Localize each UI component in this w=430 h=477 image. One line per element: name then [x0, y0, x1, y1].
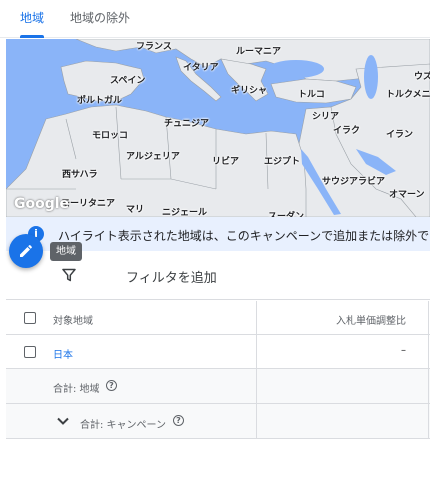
- total-location-label: 合計: 地域: [53, 384, 100, 395]
- table-header-row: 対象地域 入札単価調整比: [6, 301, 430, 335]
- filter-icon[interactable]: [62, 268, 76, 282]
- filter-bar: フィルタを追加: [6, 252, 430, 300]
- column-header-target-location[interactable]: 対象地域: [53, 312, 93, 327]
- map-label: トルクメニ: [386, 90, 430, 100]
- map-label: 西サハラ: [62, 170, 98, 180]
- tab-bar: 地域 地域の除外: [0, 0, 430, 38]
- map-label: イラク: [333, 126, 361, 136]
- map-label: シリア: [312, 112, 340, 122]
- map-label: ニジェール: [162, 208, 208, 217]
- map-label: ルーマニア: [236, 47, 282, 57]
- tab-excluded-locations[interactable]: 地域の除外: [70, 0, 130, 38]
- row-checkbox[interactable]: [24, 346, 36, 358]
- banner-text: ハイライト表示された地域は、このキャンペーンで追加または除外で: [58, 229, 430, 243]
- bid-adjustment-value[interactable]: –: [401, 345, 406, 356]
- map-label: フランス: [136, 42, 172, 52]
- map-label: リビア: [212, 157, 240, 167]
- map[interactable]: フランス ルーマニア ウズ イタリア スペイン ポルトガル ギリシャ トルコ ト…: [6, 39, 430, 217]
- select-all-checkbox[interactable]: [24, 312, 36, 324]
- map-label: スペイン: [110, 76, 146, 86]
- map-label: ウズ: [414, 72, 430, 82]
- help-icon[interactable]: ?: [173, 415, 184, 426]
- help-icon[interactable]: ?: [106, 380, 117, 391]
- map-label: イタリア: [183, 63, 219, 73]
- column-header-bid-adjustment[interactable]: 入札単価調整比: [336, 312, 406, 327]
- map-label: サウジアラビア: [322, 177, 386, 187]
- map-label: ポルトガル: [77, 96, 123, 106]
- location-link-japan[interactable]: 日本: [53, 346, 73, 361]
- tab-locations[interactable]: 地域: [20, 0, 45, 38]
- total-location-row: 合計: 地域 ?: [6, 369, 430, 404]
- map-label: スーダン: [268, 212, 305, 217]
- map-label: アルジェリア: [126, 152, 180, 162]
- map-label: マリ: [126, 205, 145, 215]
- map-label: モロッコ: [92, 131, 129, 141]
- chevron-down-icon[interactable]: [56, 414, 70, 428]
- total-campaign-label: 合計: キャンペーン: [80, 420, 167, 431]
- total-campaign-row: 合計: キャンペーン ?: [6, 404, 430, 439]
- map-label: チュニジア: [164, 119, 210, 129]
- table-row: 日本 –: [6, 335, 430, 369]
- map-label: エジプト: [264, 157, 301, 167]
- google-logo: Google: [14, 196, 70, 212]
- map-label: オマーン: [389, 190, 425, 200]
- add-filter-button[interactable]: フィルタを追加: [126, 267, 217, 286]
- map-label: イラン: [386, 130, 414, 140]
- map-label: モーリタニア: [61, 199, 116, 209]
- map-label: トルコ: [298, 90, 325, 100]
- map-label: ギリシャ: [231, 86, 268, 96]
